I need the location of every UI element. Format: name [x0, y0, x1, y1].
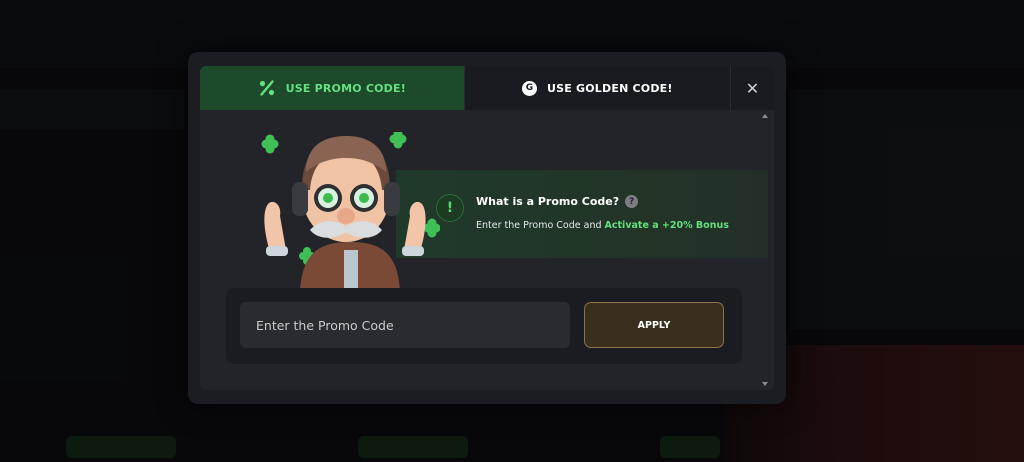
info-description-text: Enter the Promo Code and: [476, 220, 605, 231]
tab-promo-label: USE PROMO CODE!: [285, 81, 406, 95]
question-icon[interactable]: ?: [625, 195, 639, 208]
info-title: What is a Promo Code? ?: [476, 195, 639, 208]
modal-tabs: USE PROMO CODE! G USE GOLDEN CODE! ✕: [200, 66, 774, 110]
info-description: Enter the Promo Code and Activate a +20%…: [476, 220, 729, 231]
promo-form: APPLY: [226, 288, 742, 364]
tab-use-promo-code[interactable]: USE PROMO CODE!: [200, 66, 464, 110]
modal-content: USE PROMO CODE! G USE GOLDEN CODE! ✕ ! W…: [200, 66, 774, 390]
golden-g-icon: G: [522, 80, 538, 96]
exclamation-glyph: !: [446, 200, 454, 216]
mascot-illustration: [261, 132, 440, 292]
scroll-down-icon[interactable]: [762, 382, 768, 386]
promo-code-input[interactable]: [240, 302, 570, 348]
percent-icon: [259, 80, 274, 96]
scroll-up-icon[interactable]: [762, 114, 768, 118]
close-button[interactable]: ✕: [730, 66, 774, 110]
apply-button[interactable]: APPLY: [584, 302, 724, 348]
promo-code-modal: USE PROMO CODE! G USE GOLDEN CODE! ✕ ! W…: [188, 52, 786, 404]
exclamation-icon: !: [436, 194, 464, 222]
info-title-text: What is a Promo Code?: [476, 195, 620, 208]
close-icon: ✕: [745, 78, 760, 98]
tab-use-golden-code[interactable]: G USE GOLDEN CODE!: [463, 66, 731, 110]
tab-golden-label: USE GOLDEN CODE!: [547, 81, 673, 95]
bonus-highlight: Activate a +20% Bonus: [604, 220, 729, 231]
